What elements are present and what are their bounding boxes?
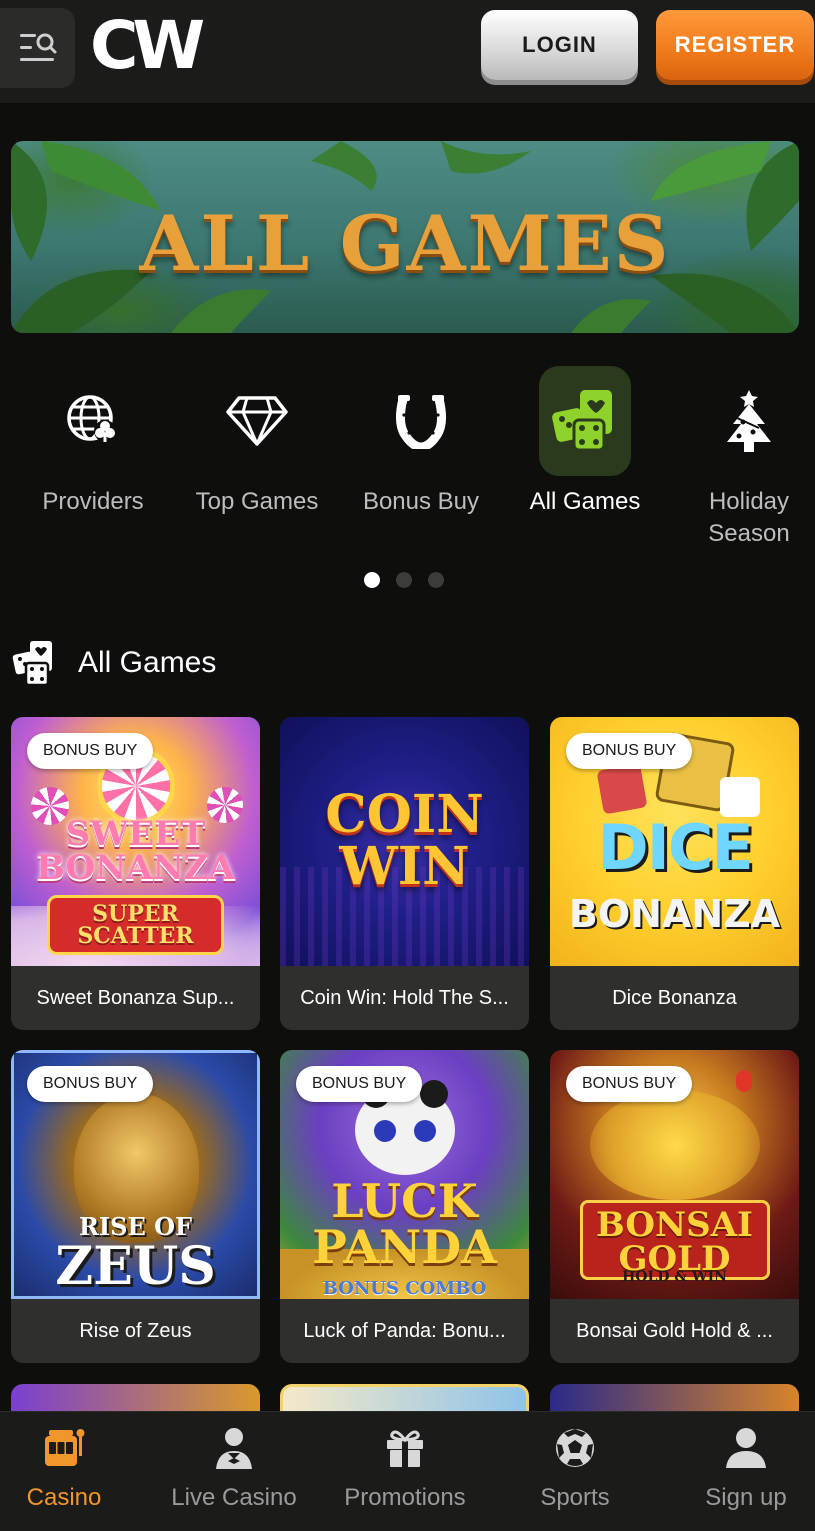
category-all-games[interactable]: All Games (520, 366, 650, 556)
nav-label: Sign up (705, 1484, 787, 1511)
category-label: Top Games (195, 488, 319, 515)
game-name: Coin Win: Hold The S... (300, 986, 509, 1009)
game-art-title: SWEET BONANZA (36, 814, 235, 888)
nav-label: Casino (26, 1484, 102, 1511)
dice-cards-icon (552, 390, 612, 452)
brand-logo[interactable]: CW (90, 7, 205, 84)
game-art-subtitle: SUPER SCATTER (77, 901, 194, 949)
register-button[interactable]: REGISTER (656, 10, 814, 80)
bonus-buy-badge: BONUS BUY (296, 1066, 423, 1102)
slot-machine-icon (45, 1429, 85, 1466)
game-card-luck-of-panda[interactable]: LUCK PANDA BONUS COMBO BONUS BUY Luck of … (280, 1050, 529, 1363)
nav-sports[interactable]: Sports (495, 1412, 655, 1531)
all-games-banner: ALL GAMES (11, 141, 799, 333)
category-label: Bonus Buy (362, 488, 480, 515)
game-card-bonsai-gold[interactable]: BONSAI GOLD HOLD & WIN BONUS BUY Bonsai G… (550, 1050, 799, 1363)
nav-casino[interactable]: Casino (0, 1412, 144, 1531)
game-name: Bonsai Gold Hold & ... (576, 1319, 773, 1342)
horseshoe-icon (395, 395, 447, 449)
game-art-subtitle: BONANZA (568, 892, 781, 936)
dealer-icon (216, 1428, 252, 1469)
menu-search-button[interactable] (0, 8, 75, 88)
game-name: Sweet Bonanza Sup... (36, 986, 235, 1009)
game-card-dice-bonanza[interactable]: DICE BONANZA BONUS BUY Dice Bonanza (550, 717, 799, 1030)
category-label: Holiday Season (708, 488, 790, 547)
pagination-dot-active[interactable] (364, 572, 380, 588)
menu-search-icon (19, 33, 56, 61)
category-providers[interactable]: Providers (28, 366, 158, 556)
category-bonus-buy[interactable]: Bonus Buy (356, 366, 486, 556)
game-name: Luck of Panda: Bonu... (303, 1319, 506, 1342)
game-art-title: DICE (597, 811, 753, 884)
carousel-pagination (364, 572, 444, 588)
game-name: Rise of Zeus (79, 1319, 192, 1342)
nav-promotions[interactable]: Promotions (325, 1412, 485, 1531)
login-button[interactable]: LOGIN (481, 10, 638, 80)
bonus-buy-badge: BONUS BUY (566, 1066, 693, 1102)
christmas-tree-icon (727, 390, 771, 452)
section-title: All Games (78, 646, 217, 679)
bonus-buy-badge: BONUS BUY (27, 1066, 154, 1102)
top-header: CW LOGIN REGISTER (0, 0, 815, 103)
diamond-icon (226, 396, 288, 446)
game-card-sweet-bonanza[interactable]: SWEET BONANZA SUPER SCATTER BONUS BUY Swee… (11, 717, 260, 1030)
brand-logo-text: CW (90, 7, 205, 84)
nav-live-casino[interactable]: Live Casino (154, 1412, 314, 1531)
bonus-buy-badge: BONUS BUY (566, 733, 693, 769)
bonus-buy-badge: BONUS BUY (27, 733, 154, 769)
game-thumbnail: COIN WIN (280, 717, 529, 966)
dice-cards-icon (12, 641, 52, 687)
gift-icon (387, 1430, 423, 1467)
soccer-ball-icon (556, 1429, 594, 1467)
game-art-title: LUCK PANDA (312, 1174, 497, 1274)
banner-title: ALL GAMES (139, 199, 671, 288)
game-card-coin-win[interactable]: COIN WIN Coin Win: Hold The S... (280, 717, 529, 1030)
pagination-dot[interactable] (396, 572, 412, 588)
nav-label: Sports (540, 1484, 610, 1511)
bottom-navigation: Casino Live Casino Promotions Sports Sig… (0, 1411, 815, 1531)
pagination-dot[interactable] (428, 572, 444, 588)
game-art-title: BONSAI GOLD (596, 1205, 753, 1279)
game-name: Dice Bonanza (612, 986, 737, 1009)
section-header: All Games (12, 638, 216, 688)
user-icon (726, 1428, 766, 1468)
globe-cards-icon (67, 395, 116, 442)
category-label: All Games (529, 488, 641, 515)
nav-label: Promotions (344, 1484, 466, 1511)
game-art-subtitle: BONUS COMBO (322, 1278, 487, 1299)
game-card-rise-of-zeus[interactable]: RISE OF ZEUS BONUS BUY Rise of Zeus (11, 1050, 260, 1363)
nav-label: Live Casino (171, 1484, 297, 1511)
game-art-subtitle: HOLD & WIN (622, 1269, 727, 1285)
category-top-games[interactable]: Top Games (192, 366, 322, 556)
game-art-title: COIN WIN (325, 784, 484, 897)
nav-sign-up[interactable]: Sign up (666, 1412, 815, 1531)
game-art-subtitle: ZEUS (55, 1236, 216, 1297)
category-label: Providers (42, 488, 144, 515)
category-holiday-season[interactable]: Holiday Season (684, 366, 814, 556)
